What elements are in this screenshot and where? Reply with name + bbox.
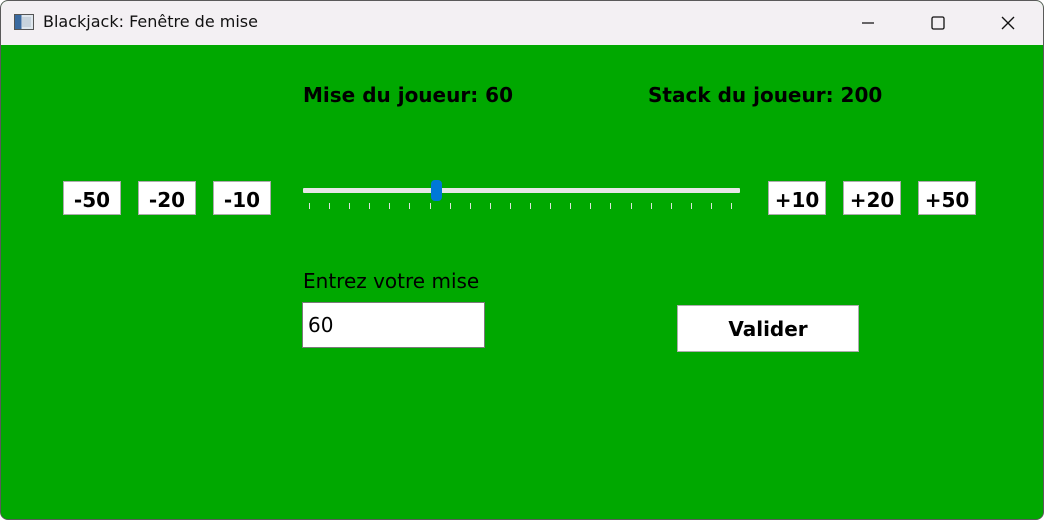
slider-tick bbox=[389, 203, 391, 209]
slider-tick bbox=[349, 203, 351, 209]
app-window-icon bbox=[14, 14, 34, 30]
minimize-icon bbox=[862, 22, 874, 24]
app-window: Blackjack: Fenêtre de mise Mise du joueu… bbox=[0, 0, 1044, 520]
minus-10-button[interactable]: -10 bbox=[213, 181, 271, 215]
minus-50-button[interactable]: -50 bbox=[63, 181, 121, 215]
slider-tick bbox=[309, 203, 310, 209]
slider-tick bbox=[731, 203, 732, 209]
slider-track[interactable] bbox=[303, 188, 740, 193]
close-button[interactable] bbox=[973, 1, 1043, 45]
bet-slider[interactable] bbox=[301, 173, 743, 213]
slider-tick bbox=[509, 203, 511, 209]
slider-thumb[interactable] bbox=[430, 180, 442, 201]
player-stack-label: Stack du joueur: 200 bbox=[648, 83, 883, 107]
plus-50-button[interactable]: +50 bbox=[918, 181, 976, 215]
bet-panel: Mise du joueur: 60 Stack du joueur: 200 … bbox=[1, 45, 1043, 519]
player-bet-label: Mise du joueur: 60 bbox=[303, 83, 513, 107]
slider-tick bbox=[690, 203, 692, 209]
maximize-icon bbox=[931, 16, 945, 30]
bet-input[interactable] bbox=[302, 302, 485, 348]
slider-tick bbox=[369, 203, 371, 209]
slider-tick bbox=[590, 203, 592, 209]
validate-button[interactable]: Valider bbox=[677, 305, 859, 352]
slider-tick bbox=[550, 203, 552, 209]
slider-tick bbox=[329, 203, 331, 209]
maximize-button[interactable] bbox=[903, 1, 973, 45]
slider-tick bbox=[650, 203, 652, 209]
window-title: Blackjack: Fenêtre de mise bbox=[43, 12, 258, 31]
bet-entry-label: Entrez votre mise bbox=[303, 269, 480, 293]
slider-tick bbox=[409, 203, 411, 209]
slider-tick bbox=[530, 203, 532, 209]
plus-20-button[interactable]: +20 bbox=[843, 181, 901, 215]
slider-tick bbox=[489, 203, 491, 209]
slider-tick bbox=[670, 203, 672, 209]
slider-tick bbox=[710, 203, 712, 209]
title-bar[interactable]: Blackjack: Fenêtre de mise bbox=[1, 1, 1043, 45]
slider-tick bbox=[449, 203, 451, 209]
close-icon bbox=[1001, 16, 1015, 30]
minus-20-button[interactable]: -20 bbox=[138, 181, 196, 215]
plus-10-button[interactable]: +10 bbox=[768, 181, 826, 215]
minimize-button[interactable] bbox=[833, 1, 903, 45]
slider-tick bbox=[630, 203, 632, 209]
slider-tick bbox=[429, 203, 431, 209]
slider-tick bbox=[570, 203, 572, 209]
slider-tick bbox=[469, 203, 471, 209]
slider-tick bbox=[610, 203, 612, 209]
